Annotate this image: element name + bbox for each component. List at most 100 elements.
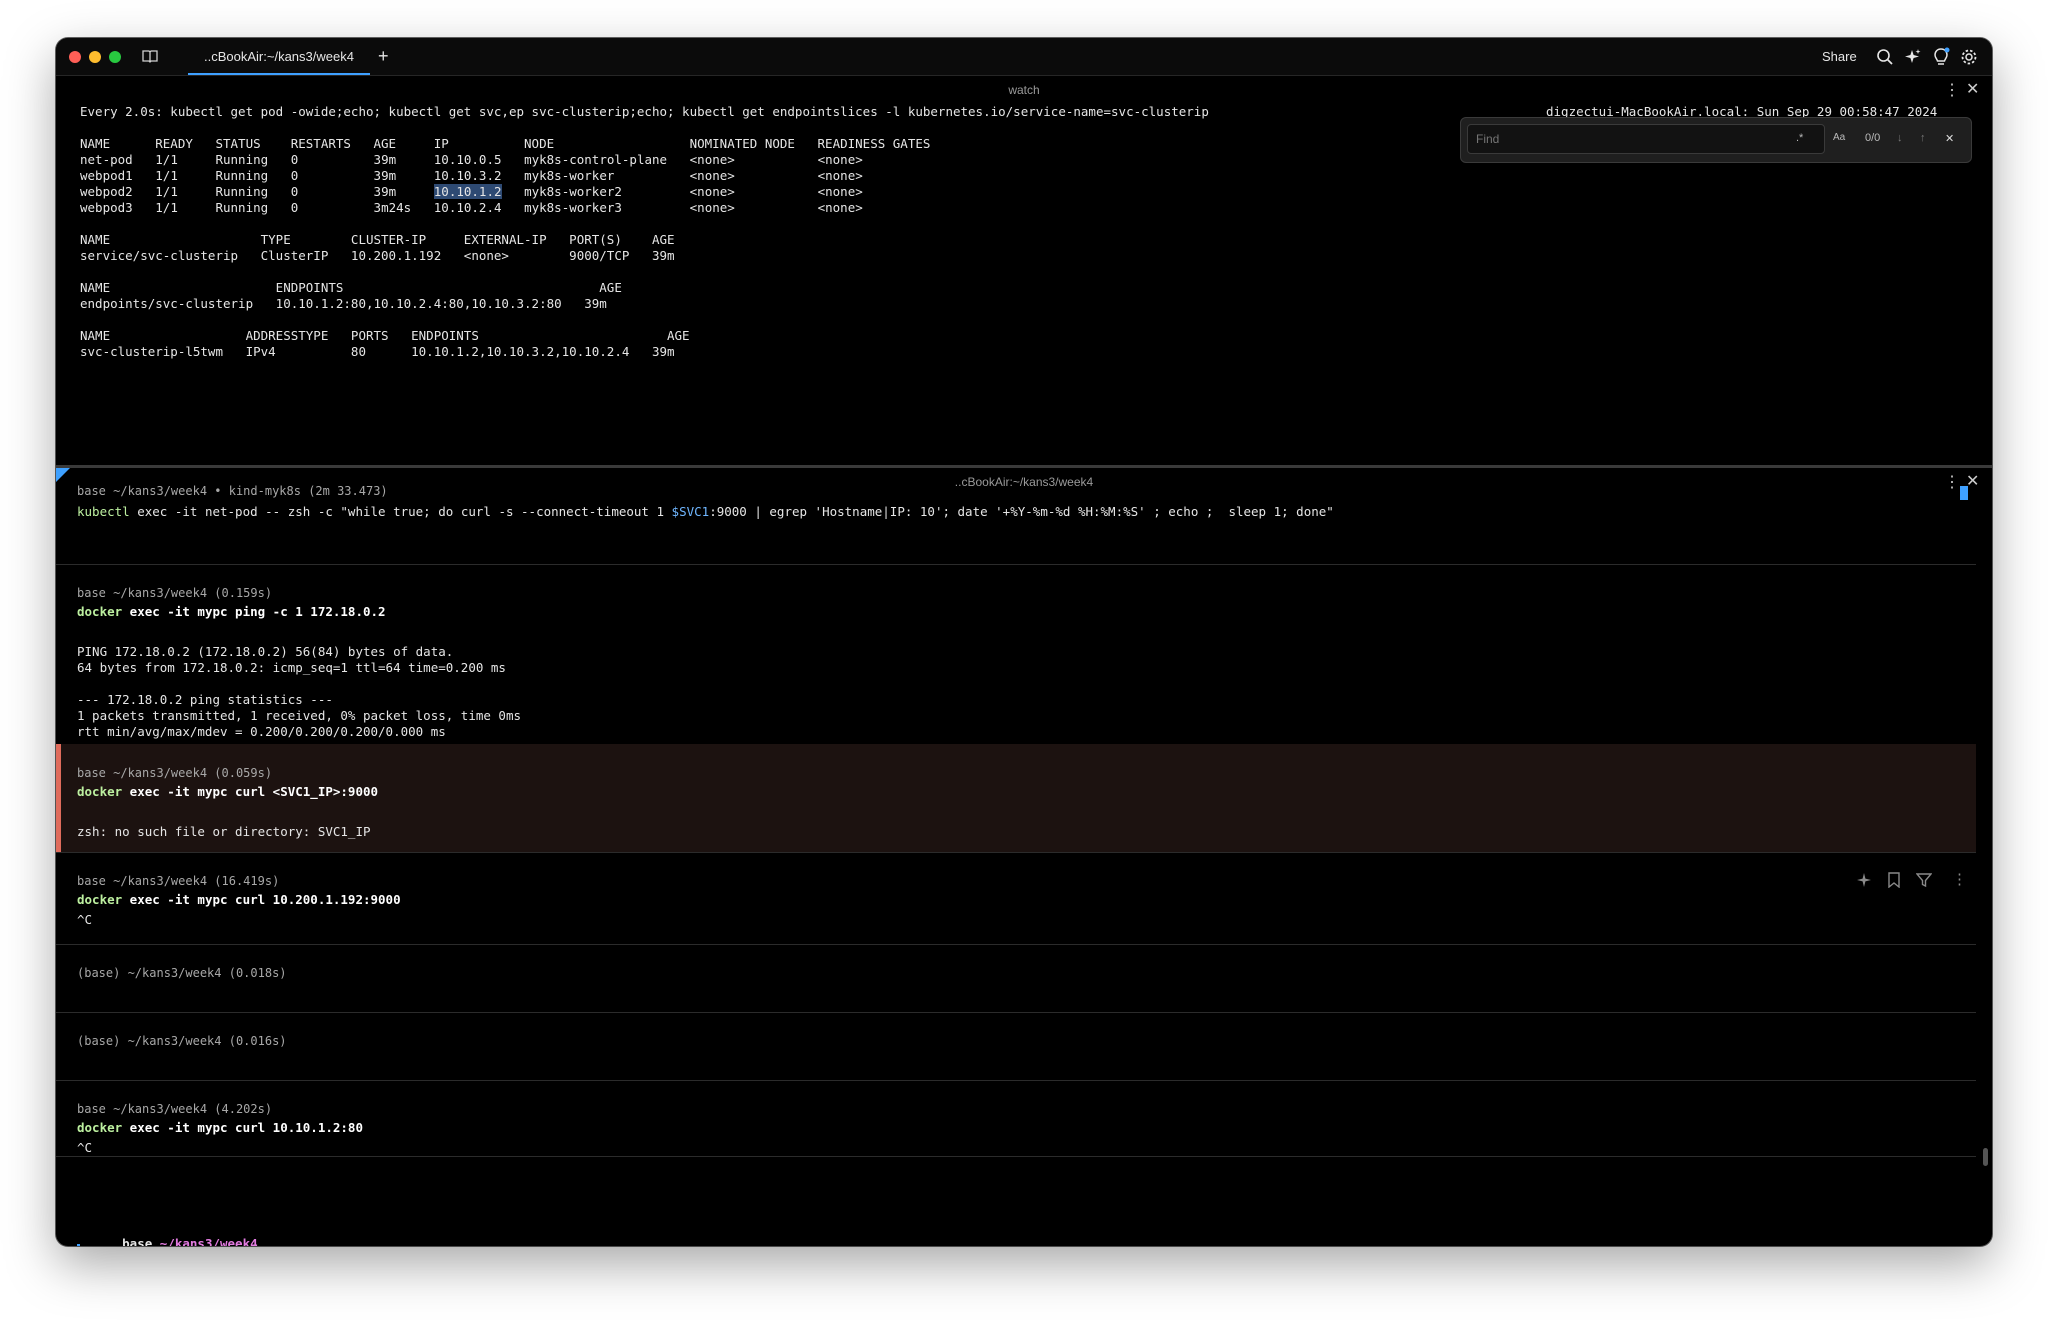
pod-nominated: <none> — [689, 152, 818, 167]
pod-ip: 10.10.1.2 — [433, 184, 502, 199]
new-tab-button[interactable]: + — [378, 38, 389, 75]
command-block[interactable]: (base) ~/kans3/week4 (0.016s) — [56, 1012, 1976, 1081]
filter-icon[interactable] — [1916, 872, 1932, 888]
pod-row: net-pod 1/1 Running 0 39m 10.10.0.5 myk8… — [80, 152, 863, 168]
case-toggle[interactable]: Aa — [1833, 132, 1845, 143]
pod-ready: 1/1 — [155, 184, 216, 199]
pod-nominated: <none> — [689, 200, 818, 215]
command-block[interactable]: base ~/kans3/week4 • kind-myk8s (2m 33.4… — [56, 484, 1976, 565]
eps-table-row: svc-clusterip-l5twm IPv4 80 10.10.1.2,10… — [80, 344, 675, 359]
minimize-window-button[interactable] — [89, 51, 101, 63]
block-command: docker exec -it mypc curl 10.10.1.2:80 — [77, 1120, 363, 1135]
pod-age: 39m — [373, 152, 434, 167]
pod-status: Running — [215, 184, 291, 199]
search-icon[interactable] — [1876, 48, 1894, 66]
pod-age: 39m — [373, 184, 434, 199]
pod-nominated: <none> — [689, 184, 818, 199]
block-command: docker exec -it mypc curl <SVC1_IP>:9000 — [77, 784, 379, 799]
pod-name: webpod3 — [80, 200, 156, 215]
sidebar-book-icon[interactable] — [142, 49, 158, 63]
svc-table-row: service/svc-clusterip ClusterIP 10.200.1… — [80, 248, 675, 263]
zoom-window-button[interactable] — [109, 51, 121, 63]
block-meta: (base) ~/kans3/week4 (0.016s) — [77, 1034, 287, 1048]
bottom-pane-menu-icon[interactable]: ⋮ — [1944, 472, 1960, 492]
block-command: docker exec -it mypc curl 10.200.1.192:9… — [77, 892, 401, 907]
command-block[interactable]: (base) ~/kans3/week4 (0.018s) — [56, 944, 1976, 1013]
share-button[interactable]: Share — [1822, 38, 1857, 75]
pod-node: myk8s-control-plane — [524, 152, 690, 167]
block-command: docker exec -it mypc ping -c 1 172.18.0.… — [77, 604, 386, 619]
pod-name: webpod1 — [80, 168, 156, 183]
command-block[interactable]: base ~/kans3/week4 (0.159s) docker exec … — [56, 564, 1976, 745]
pod-restarts: 0 — [290, 168, 374, 183]
pod-restarts: 0 — [290, 152, 374, 167]
block-meta: base ~/kans3/week4 (0.059s) — [77, 766, 273, 780]
pod-row: webpod2 1/1 Running 0 39m 10.10.1.2 myk8… — [80, 184, 863, 200]
pod-status: Running — [215, 168, 291, 183]
prompt-path: ~/kans3/week4 — [159, 1236, 258, 1246]
pod-age: 39m — [373, 168, 434, 183]
pod-age: 3m24s — [373, 200, 434, 215]
bottom-pane-close-icon[interactable]: ✕ — [1966, 471, 1979, 491]
command-block[interactable]: base ~/kans3/week4 (4.202s) docker exec … — [56, 1080, 1976, 1157]
title-bar: ..cBookAir:~/kans3/week4 + Share — [56, 38, 1992, 76]
prompt-base: base — [122, 1236, 153, 1246]
input-cursor[interactable] — [77, 1244, 80, 1246]
pod-ready: 1/1 — [155, 168, 216, 183]
top-pane-title: watch — [1008, 83, 1040, 97]
block-output: zsh: no such file or directory: SVC1_IP — [77, 824, 371, 839]
pod-gates: <none> — [817, 200, 863, 215]
block-output: ^C — [77, 1140, 93, 1155]
pod-name: net-pod — [80, 152, 156, 167]
block-meta: base ~/kans3/week4 • kind-myk8s (2m 33.4… — [77, 484, 388, 498]
find-prev-arrow-icon[interactable]: ↑ — [1920, 132, 1926, 144]
error-indicator-bar — [56, 744, 61, 852]
regex-toggle[interactable]: .* — [1796, 132, 1803, 144]
find-bar: .* Aa 0/0 ↓ ↑ ✕ — [1460, 117, 1972, 163]
pod-restarts: 0 — [290, 184, 374, 199]
pod-ip: 10.10.3.2 — [433, 168, 525, 183]
pod-gates: <none> — [817, 152, 863, 167]
settings-gear-icon[interactable] — [1960, 48, 1978, 66]
block-meta: (base) ~/kans3/week4 (0.018s) — [77, 966, 287, 980]
pods-table-header: NAME READY STATUS RESTARTS AGE IP NODE N… — [80, 136, 931, 151]
pod-name: webpod2 — [80, 184, 156, 199]
find-close-icon[interactable]: ✕ — [1945, 132, 1954, 145]
pod-ip: 10.10.2.4 — [433, 200, 525, 215]
pod-status: Running — [215, 200, 291, 215]
pod-status: Running — [215, 152, 291, 167]
pod-row: webpod3 1/1 Running 0 3m24s 10.10.2.4 my… — [80, 200, 863, 216]
watch-header-command: Every 2.0s: kubectl get pod -owide;echo;… — [80, 104, 1209, 119]
close-window-button[interactable] — [69, 51, 81, 63]
bottom-pane[interactable]: ..cBookAir:~/kans3/week4 ⋮ ✕ base ~/kans… — [56, 468, 1992, 1246]
pod-row: webpod1 1/1 Running 0 39m 10.10.3.2 myk8… — [80, 168, 863, 184]
command-block[interactable]: base ~/kans3/week4 (16.419s) docker exec… — [56, 852, 1976, 945]
block-menu-icon[interactable]: ⋮ — [1952, 870, 1967, 888]
block-meta: base ~/kans3/week4 (4.202s) — [77, 1102, 273, 1116]
top-pane-close-icon[interactable]: ✕ — [1966, 79, 1979, 99]
input-prompt: base ~/kans3/week4 — [77, 1220, 258, 1246]
pod-node: myk8s-worker3 — [524, 200, 690, 215]
pod-gates: <none> — [817, 184, 863, 199]
svc-table-header: NAME TYPE CLUSTER-IP EXTERNAL-IP PORT(S)… — [80, 232, 675, 247]
top-pane-menu-icon[interactable]: ⋮ — [1944, 80, 1960, 100]
pod-node: myk8s-worker2 — [524, 184, 690, 199]
find-input[interactable] — [1467, 124, 1825, 154]
lightbulb-icon[interactable] — [1932, 47, 1950, 67]
block-meta: base ~/kans3/week4 (16.419s) — [77, 874, 280, 888]
find-next-arrow-icon[interactable]: ↓ — [1897, 132, 1903, 144]
pod-node: myk8s-worker — [524, 168, 690, 183]
pod-ip: 10.10.0.5 — [433, 152, 525, 167]
ai-sparkle-icon[interactable] — [1904, 48, 1922, 66]
bottom-pane-scrollbar[interactable] — [1983, 1148, 1988, 1166]
block-command: kubectl exec -it net-pod -- zsh -c "whil… — [77, 504, 1334, 519]
block-output: PING 172.18.0.2 (172.18.0.2) 56(84) byte… — [77, 644, 522, 739]
bookmark-icon[interactable] — [1886, 872, 1902, 888]
error-command-block[interactable]: base ~/kans3/week4 (0.059s) docker exec … — [56, 744, 1976, 853]
pod-ready: 1/1 — [155, 152, 216, 167]
pod-ready: 1/1 — [155, 200, 216, 215]
block-meta: base ~/kans3/week4 (0.159s) — [77, 586, 273, 600]
terminal-window: ..cBookAir:~/kans3/week4 + Share watch ⋮… — [56, 38, 1992, 1246]
block-ai-sparkle-icon[interactable] — [1856, 872, 1872, 888]
tab-week4[interactable]: ..cBookAir:~/kans3/week4 — [188, 38, 370, 75]
